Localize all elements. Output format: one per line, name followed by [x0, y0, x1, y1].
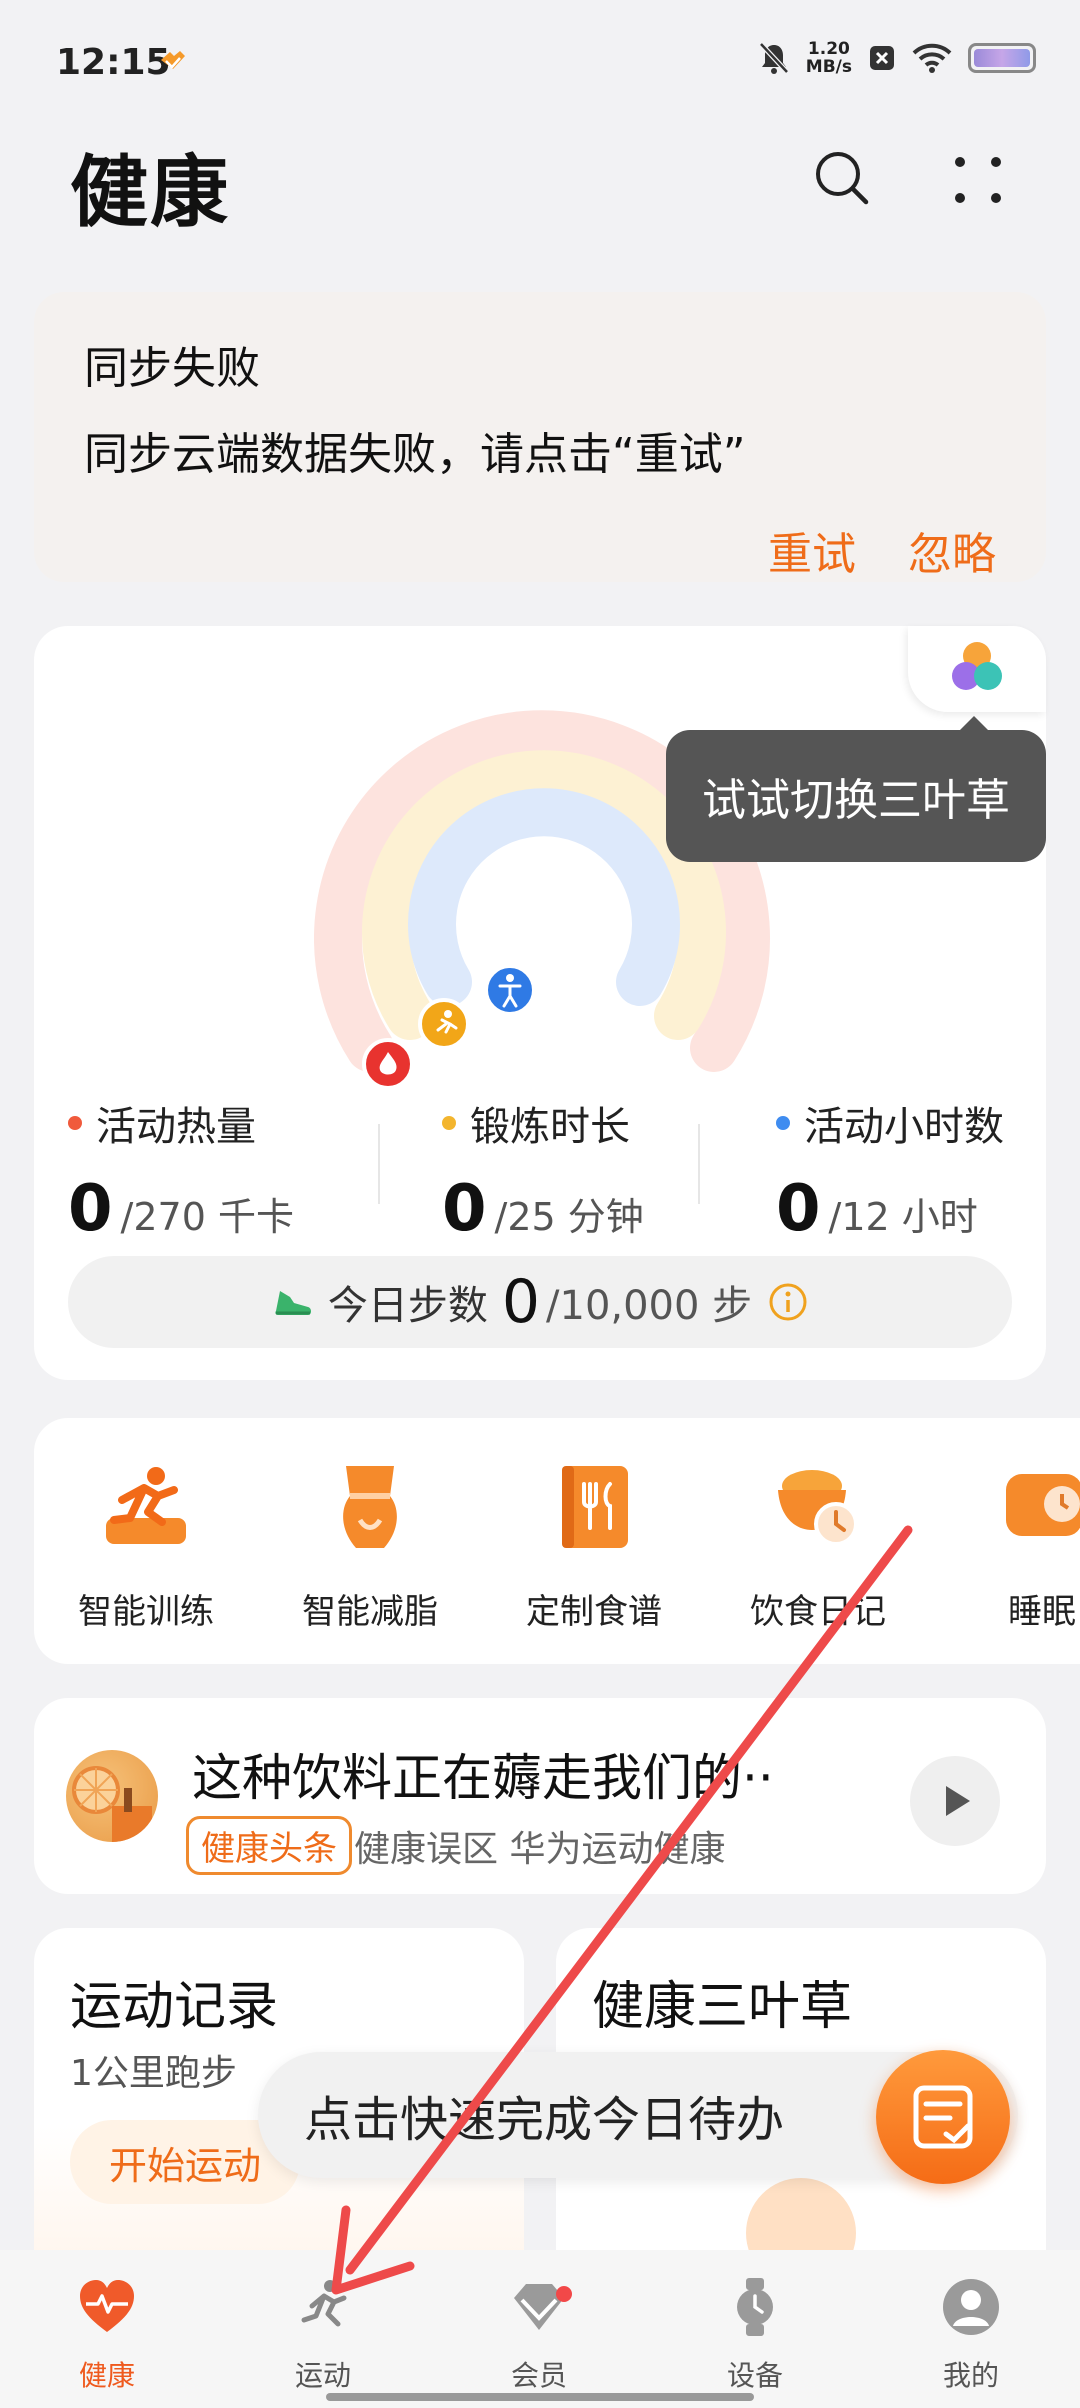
active-hours-goal: /12 小时 [828, 1195, 978, 1239]
info-icon[interactable] [768, 1282, 808, 1322]
notification-dot [556, 2286, 572, 2302]
steps-value: 0 [501, 1267, 541, 1337]
calories-goal: /270 千卡 [120, 1195, 294, 1239]
feature-label: 睡眠 [1008, 1592, 1076, 1632]
active-hours-value: 0 [776, 1172, 821, 1246]
features-row: 智能训练 智能减脂 定制食谱 饮食日记 睡眠 [34, 1418, 1080, 1664]
nav-exercise[interactable]: 运动 [248, 2276, 398, 2394]
exercise-duration-metric: 锻炼时长 0/25 分钟 [442, 1094, 644, 1246]
page-title: 健康 [70, 148, 231, 238]
feature-smart-fat-loss[interactable]: 智能减脂 [270, 1460, 470, 1633]
calories-value: 0 [68, 1172, 113, 1246]
feature-meal-diary[interactable]: 饮食日记 [718, 1460, 918, 1633]
nav-label: 设备 [726, 2359, 783, 2392]
play-icon [946, 1786, 970, 1816]
active-hours-ring-track [408, 788, 680, 1006]
sync-failure-card: 同步失败 同步云端数据失败，请点击“重试” 重试 忽略 [34, 292, 1046, 582]
mute-bell-icon [758, 42, 789, 74]
meal-diary-icon [778, 1470, 858, 1546]
feature-label: 智能减脂 [302, 1592, 438, 1632]
steps-goal: /10,000 步 [546, 1283, 753, 1329]
steps-bar[interactable]: 今日步数 0 /10,000 步 [68, 1256, 1012, 1348]
todo-fab-button[interactable] [876, 2050, 1010, 2184]
sim-blocked-icon [870, 46, 894, 70]
retry-button[interactable]: 重试 [768, 518, 856, 582]
news-meta: 健康误区 华为运动健康 [354, 1829, 726, 1870]
watch-icon [737, 2278, 773, 2336]
network-speed-unit: MB/s [805, 57, 852, 77]
wifi-icon [912, 43, 952, 73]
todo-list-icon [913, 2085, 973, 2149]
exercise-duration-goal: /25 分钟 [494, 1195, 644, 1239]
running-person-icon [301, 2280, 347, 2327]
recipe-book-icon [562, 1466, 628, 1548]
diamond-icon [514, 2284, 564, 2330]
calories-metric: 活动热量 0/270 千卡 [68, 1094, 294, 1246]
feature-smart-training[interactable]: 智能训练 [46, 1460, 246, 1633]
network-speed: 1.20 MB/s [806, 40, 852, 76]
home-indicator[interactable] [326, 2393, 754, 2401]
exercise-duration-label: 锻炼时长 [470, 1104, 630, 1150]
calories-label: 活动热量 [96, 1104, 256, 1150]
shoe-icon [275, 1291, 311, 1315]
user-avatar-icon [943, 2279, 999, 2335]
health-trefoil-title: 健康三叶草 [592, 1977, 853, 2037]
exercise-record-subtitle: 1公里跑步 [70, 2053, 237, 2094]
trefoil-tooltip: 试试切换三叶草 [666, 730, 1046, 862]
sync-failure-title: 同步失败 [84, 343, 260, 394]
news-tag: 健康头条 [186, 1816, 352, 1875]
sleep-icon [1006, 1474, 1080, 1536]
nav-health[interactable]: 健康 [32, 2276, 182, 2394]
nav-label: 我的 [942, 2359, 999, 2392]
feature-label: 饮食日记 [750, 1592, 886, 1632]
running-training-icon [106, 1467, 186, 1544]
network-speed-value: 1.20 [807, 39, 850, 59]
news-title: 这种饮料正在薅走我们的·· [192, 1749, 774, 1807]
nav-membership[interactable]: 会员 [464, 2276, 614, 2394]
feature-sleep[interactable]: 睡眠 [942, 1460, 1080, 1633]
exercise-record-title: 运动记录 [70, 1977, 279, 2037]
nav-profile[interactable]: 我的 [896, 2276, 1046, 2394]
bottom-navigation: 健康 运动 会员 设备 我的 [0, 2250, 1080, 2408]
ignore-button[interactable]: 忽略 [908, 518, 996, 582]
calories-marker-icon [362, 1038, 414, 1090]
metric-divider [698, 1124, 700, 1204]
steps-label: 今日步数 [327, 1283, 488, 1329]
exercise-duration-value: 0 [442, 1172, 487, 1246]
activity-rings[interactable] [314, 656, 834, 1096]
status-time: 12:15 [56, 42, 171, 83]
body-fat-icon [343, 1466, 397, 1548]
trefoil-icon [952, 642, 1002, 690]
status-indicators: 1.20 MB/s [758, 40, 1036, 76]
search-icon[interactable] [812, 148, 872, 208]
status-bar: 12:15 1.20 MB/s [0, 0, 1080, 120]
more-menu-icon[interactable] [950, 152, 1006, 208]
huawei-health-status-icon [161, 51, 185, 69]
exercise-marker-icon [418, 998, 470, 1050]
metric-divider [378, 1124, 380, 1204]
play-button[interactable] [910, 1756, 1000, 1846]
heart-pulse-icon [80, 2280, 134, 2332]
nav-label: 运动 [294, 2359, 351, 2392]
news-thumbnail [66, 1750, 158, 1842]
news-card[interactable]: 这种饮料正在薅走我们的·· 健康头条 健康误区 华为运动健康 [34, 1698, 1046, 1894]
active-hours-metric: 活动小时数 0/12 小时 [776, 1094, 1004, 1246]
nav-label: 健康 [78, 2359, 135, 2392]
active-hours-marker-icon [484, 964, 536, 1016]
nav-label: 会员 [510, 2359, 567, 2392]
feature-label: 智能训练 [78, 1592, 214, 1632]
nav-devices[interactable]: 设备 [680, 2276, 830, 2394]
feature-label: 定制食谱 [526, 1592, 662, 1632]
active-hours-label: 活动小时数 [804, 1104, 1004, 1150]
battery-icon [968, 43, 1036, 73]
trefoil-switch-button[interactable] [908, 626, 1046, 712]
feature-custom-recipe[interactable]: 定制食谱 [494, 1460, 694, 1633]
sync-failure-message: 同步云端数据失败，请点击“重试” [84, 429, 746, 480]
